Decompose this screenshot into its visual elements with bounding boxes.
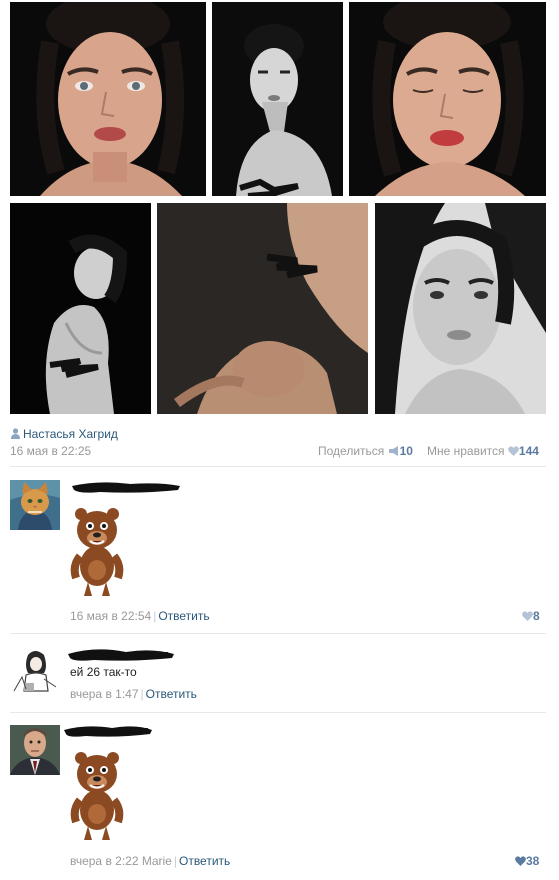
user-icon bbox=[11, 428, 20, 442]
bear-sticker bbox=[70, 752, 124, 840]
heart-icon bbox=[508, 445, 519, 459]
comment-text: ей 26 так-то bbox=[70, 665, 137, 679]
megaphone-icon bbox=[388, 445, 400, 459]
redacted-name-scribble bbox=[64, 726, 152, 737]
comment-like-count: 8 bbox=[533, 609, 540, 623]
comment-date[interactable]: вчера в 2:22 Marie bbox=[70, 854, 172, 868]
bear-sticker bbox=[70, 508, 124, 596]
share-button[interactable]: Поделиться 10 bbox=[318, 444, 413, 459]
post-author-name[interactable]: Настасья Хагрид bbox=[23, 427, 118, 441]
comment-like-count: 38 bbox=[526, 854, 540, 868]
comment-date[interactable]: вчера в 1:47 bbox=[70, 687, 139, 701]
comment-meta: вчера в 2:22 Marie | Ответить bbox=[70, 854, 231, 868]
like-label: Мне нравится bbox=[427, 444, 505, 458]
post-photo-5[interactable] bbox=[157, 203, 368, 414]
post-photo-1[interactable] bbox=[10, 2, 206, 196]
post-photo-6[interactable] bbox=[375, 203, 546, 414]
reply-button[interactable]: Ответить bbox=[158, 609, 209, 623]
reply-button[interactable]: Ответить bbox=[179, 854, 230, 868]
redacted-name-scribble bbox=[72, 482, 180, 493]
girl-drawing-avatar[interactable] bbox=[10, 647, 60, 697]
post-photo-2[interactable] bbox=[212, 2, 343, 196]
divider bbox=[10, 633, 546, 634]
share-count: 10 bbox=[399, 444, 413, 458]
heart-icon bbox=[522, 610, 533, 624]
redacted-name-scribble bbox=[68, 649, 174, 661]
comment-meta: 16 мая в 22:54 | Ответить bbox=[70, 609, 210, 623]
comment-like-button[interactable]: 8 bbox=[522, 609, 540, 624]
like-button[interactable]: Мне нравится 144 bbox=[427, 444, 539, 459]
cat-painting-avatar[interactable] bbox=[10, 480, 60, 530]
post-photo-3[interactable] bbox=[349, 2, 546, 196]
comment-date[interactable]: 16 мая в 22:54 bbox=[70, 609, 151, 623]
man-portrait-avatar[interactable] bbox=[10, 725, 60, 775]
post-photo-4[interactable] bbox=[10, 203, 151, 414]
divider bbox=[10, 712, 546, 713]
comment-like-button[interactable]: 38 bbox=[515, 854, 539, 869]
comment-meta: вчера в 1:47 | Ответить bbox=[70, 687, 197, 701]
divider bbox=[10, 466, 546, 467]
post-date[interactable]: 16 мая в 22:25 bbox=[10, 444, 91, 458]
like-count: 144 bbox=[518, 444, 539, 458]
reply-button[interactable]: Ответить bbox=[146, 687, 197, 701]
post-author[interactable]: Настасья Хагрид bbox=[11, 427, 118, 442]
share-label: Поделиться bbox=[318, 444, 385, 458]
heart-icon bbox=[515, 855, 526, 869]
